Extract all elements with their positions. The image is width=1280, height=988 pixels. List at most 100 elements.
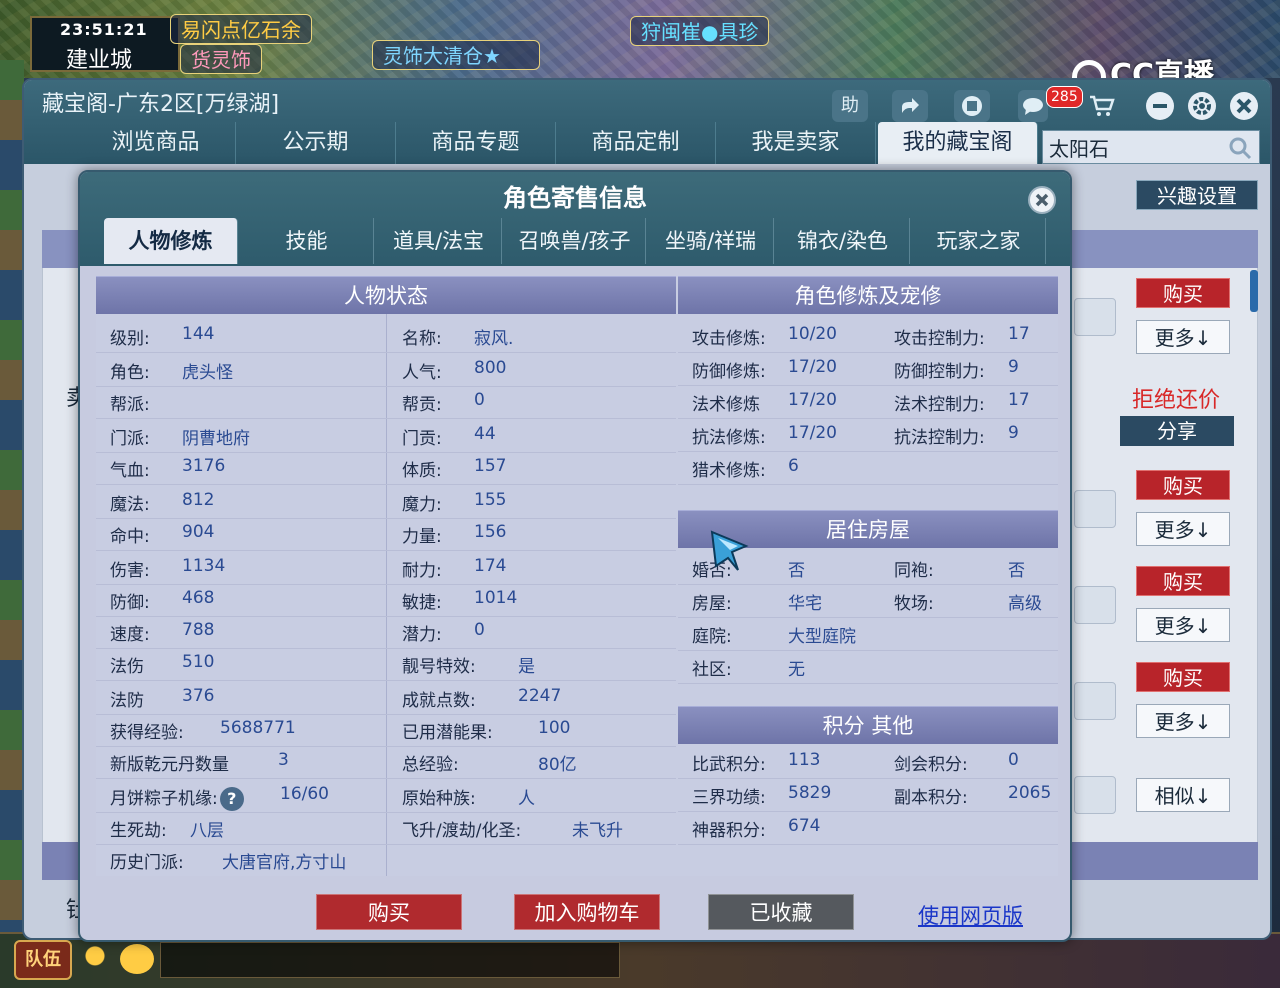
- window-title-bar: 藏宝阁-广东2区[万绿湖] 助 285 浏览商品 公示期 商品专题 商品定制 我…: [24, 80, 1270, 164]
- tab-outfits[interactable]: 锦衣/染色: [776, 218, 910, 264]
- game-cursor-icon: [708, 528, 752, 574]
- stat-label: 房屋:: [692, 594, 732, 614]
- tab-custom[interactable]: 商品定制: [556, 122, 716, 164]
- chat-input[interactable]: [160, 942, 620, 978]
- top-banner[interactable]: 货灵饰: [180, 44, 262, 74]
- notification-badge: 285: [1046, 86, 1083, 108]
- stat-label: 防御修炼:: [692, 362, 766, 382]
- add-to-cart-button[interactable]: 加入购物车: [514, 894, 660, 930]
- listing-cart-icon[interactable]: [1074, 682, 1116, 720]
- buy-button[interactable]: 购买: [316, 894, 462, 930]
- stat-label: 气血:: [110, 461, 150, 481]
- stat-value: 144: [182, 324, 215, 344]
- section-header-cultivation: 角色修炼及宠修: [678, 276, 1058, 314]
- stat-value: 是: [518, 657, 535, 677]
- stat-field: 角色: 虎头怪: [110, 358, 233, 383]
- tab-player-home[interactable]: 玩家之家: [912, 218, 1046, 264]
- stat-label: 剑会积分:: [894, 755, 968, 775]
- settings-gear-icon[interactable]: [1188, 92, 1216, 120]
- row-separator: [96, 584, 676, 585]
- stat-label: 门派:: [110, 429, 150, 449]
- tab-skills[interactable]: 技能: [240, 218, 374, 264]
- help-button[interactable]: 助: [832, 90, 868, 122]
- listing-cart-icon[interactable]: [1074, 490, 1116, 528]
- listing-more-button[interactable]: 更多↓: [1136, 512, 1230, 546]
- listing-buy-button[interactable]: 购买: [1136, 470, 1230, 500]
- row-separator: [96, 746, 676, 747]
- character-status-panel: 人物状态 级别: 144 角色: 虎头怪 帮派: 门派: 阴曹地府 气血: 3176 魔法: 812…: [96, 276, 676, 876]
- stat-value: 80亿: [538, 755, 577, 775]
- cart-icon[interactable]: [1084, 90, 1120, 122]
- share-arrow-icon[interactable]: [892, 90, 928, 122]
- stat-value: 0: [474, 620, 485, 640]
- stat-value: 9: [1008, 357, 1019, 377]
- stat-value: 5829: [788, 783, 832, 803]
- search-icon[interactable]: [1227, 135, 1253, 161]
- tab-pets[interactable]: 召唤兽/孩子: [504, 218, 646, 264]
- listing-similar-button[interactable]: 相似↓: [1136, 778, 1230, 812]
- tab-my-treasure[interactable]: 我的藏宝阁: [878, 122, 1038, 164]
- stat-value: 155: [474, 490, 507, 510]
- game-time: 23:51:21: [60, 20, 148, 39]
- listing-more-button[interactable]: 更多↓: [1136, 608, 1230, 642]
- stat-value: 2065: [1008, 783, 1052, 803]
- stat-value: 17: [1008, 324, 1030, 344]
- row-separator: [678, 844, 1058, 845]
- row-separator: [96, 680, 676, 681]
- minimize-icon[interactable]: [1146, 92, 1174, 120]
- listing-more-button[interactable]: 更多↓: [1136, 704, 1230, 738]
- tab-public-period[interactable]: 公示期: [236, 122, 396, 164]
- interest-settings-button[interactable]: 兴趣设置: [1136, 180, 1258, 210]
- stat-value: 468: [182, 588, 215, 608]
- stat-value: 6: [788, 456, 799, 476]
- close-icon[interactable]: [1230, 92, 1258, 120]
- stat-field: 门贡: 44: [402, 424, 496, 449]
- stop-icon[interactable]: [954, 90, 990, 122]
- chat-icon[interactable]: [120, 944, 154, 974]
- stat-label: 飞升/渡劫/化圣:: [402, 821, 522, 841]
- row-separator: [96, 484, 676, 485]
- dialog-header: 角色寄售信息 人物修炼 技能 道具/法宝 召唤兽/孩子 坐骑/祥瑞 锦衣/染色 …: [80, 172, 1070, 266]
- tab-character-cultivation[interactable]: 人物修炼: [104, 218, 238, 264]
- listing-cart-icon[interactable]: [1074, 586, 1116, 624]
- stat-field: 历史门派: 大唐官府,方寸山: [110, 848, 346, 873]
- window-title: 藏宝阁-广东2区[万绿湖]: [42, 92, 280, 117]
- team-button[interactable]: 队伍: [14, 940, 72, 980]
- cultivation-panel: 角色修炼及宠修 攻击修炼: 10/20 攻击控制力: 17 防御修炼: 17/20 防御控制…: [678, 276, 1058, 876]
- share-button[interactable]: 分享: [1120, 416, 1234, 446]
- listing-scrollbar[interactable]: [1250, 270, 1258, 312]
- help-question-icon[interactable]: ?: [219, 787, 244, 811]
- listing-buy-button[interactable]: 购买: [1136, 278, 1230, 308]
- tab-topics[interactable]: 商品专题: [396, 122, 556, 164]
- message-icon[interactable]: [1018, 90, 1048, 122]
- stat-value: 674: [788, 816, 821, 836]
- listing-buy-button[interactable]: 购买: [1136, 566, 1230, 596]
- search-input[interactable]: [1049, 133, 1219, 161]
- stat-label: 名称:: [402, 329, 442, 349]
- stat-label: 魔法:: [110, 495, 150, 515]
- web-version-link[interactable]: 使用网页版: [918, 900, 1023, 930]
- row-separator: [96, 452, 676, 453]
- tab-items[interactable]: 道具/法宝: [376, 218, 502, 264]
- microphone-icon[interactable]: [82, 944, 108, 978]
- row-separator: [96, 616, 676, 617]
- dialog-close-icon[interactable]: [1028, 186, 1056, 214]
- top-banner[interactable]: 灵饰大清仓★: [372, 40, 540, 70]
- listing-cart-icon[interactable]: [1074, 776, 1116, 814]
- listing-more-button[interactable]: 更多↓: [1136, 320, 1230, 354]
- favorited-button[interactable]: 已收藏: [708, 894, 854, 930]
- stat-value: 44: [474, 424, 496, 444]
- tab-seller[interactable]: 我是卖家: [716, 122, 876, 164]
- top-banner[interactable]: 狩闽崔●具珍: [630, 16, 770, 46]
- stat-value: 113: [788, 750, 821, 770]
- stat-value: 1134: [182, 556, 226, 576]
- game-scene-top: 23:51:21 建业城 易闪点亿石余 货灵饰 灵饰大清仓★ 狩闽崔●具珍 CC…: [0, 0, 1280, 78]
- tab-browse[interactable]: 浏览商品: [76, 122, 236, 164]
- listing-buy-button[interactable]: 购买: [1136, 662, 1230, 692]
- listing-cart-icon[interactable]: [1074, 298, 1116, 336]
- stat-label: 级别:: [110, 329, 150, 349]
- row-separator: [678, 451, 1058, 452]
- tab-mounts[interactable]: 坐骑/祥瑞: [648, 218, 774, 264]
- top-banner[interactable]: 易闪点亿石余: [170, 14, 312, 44]
- stat-field: 耐力: 174: [402, 556, 506, 581]
